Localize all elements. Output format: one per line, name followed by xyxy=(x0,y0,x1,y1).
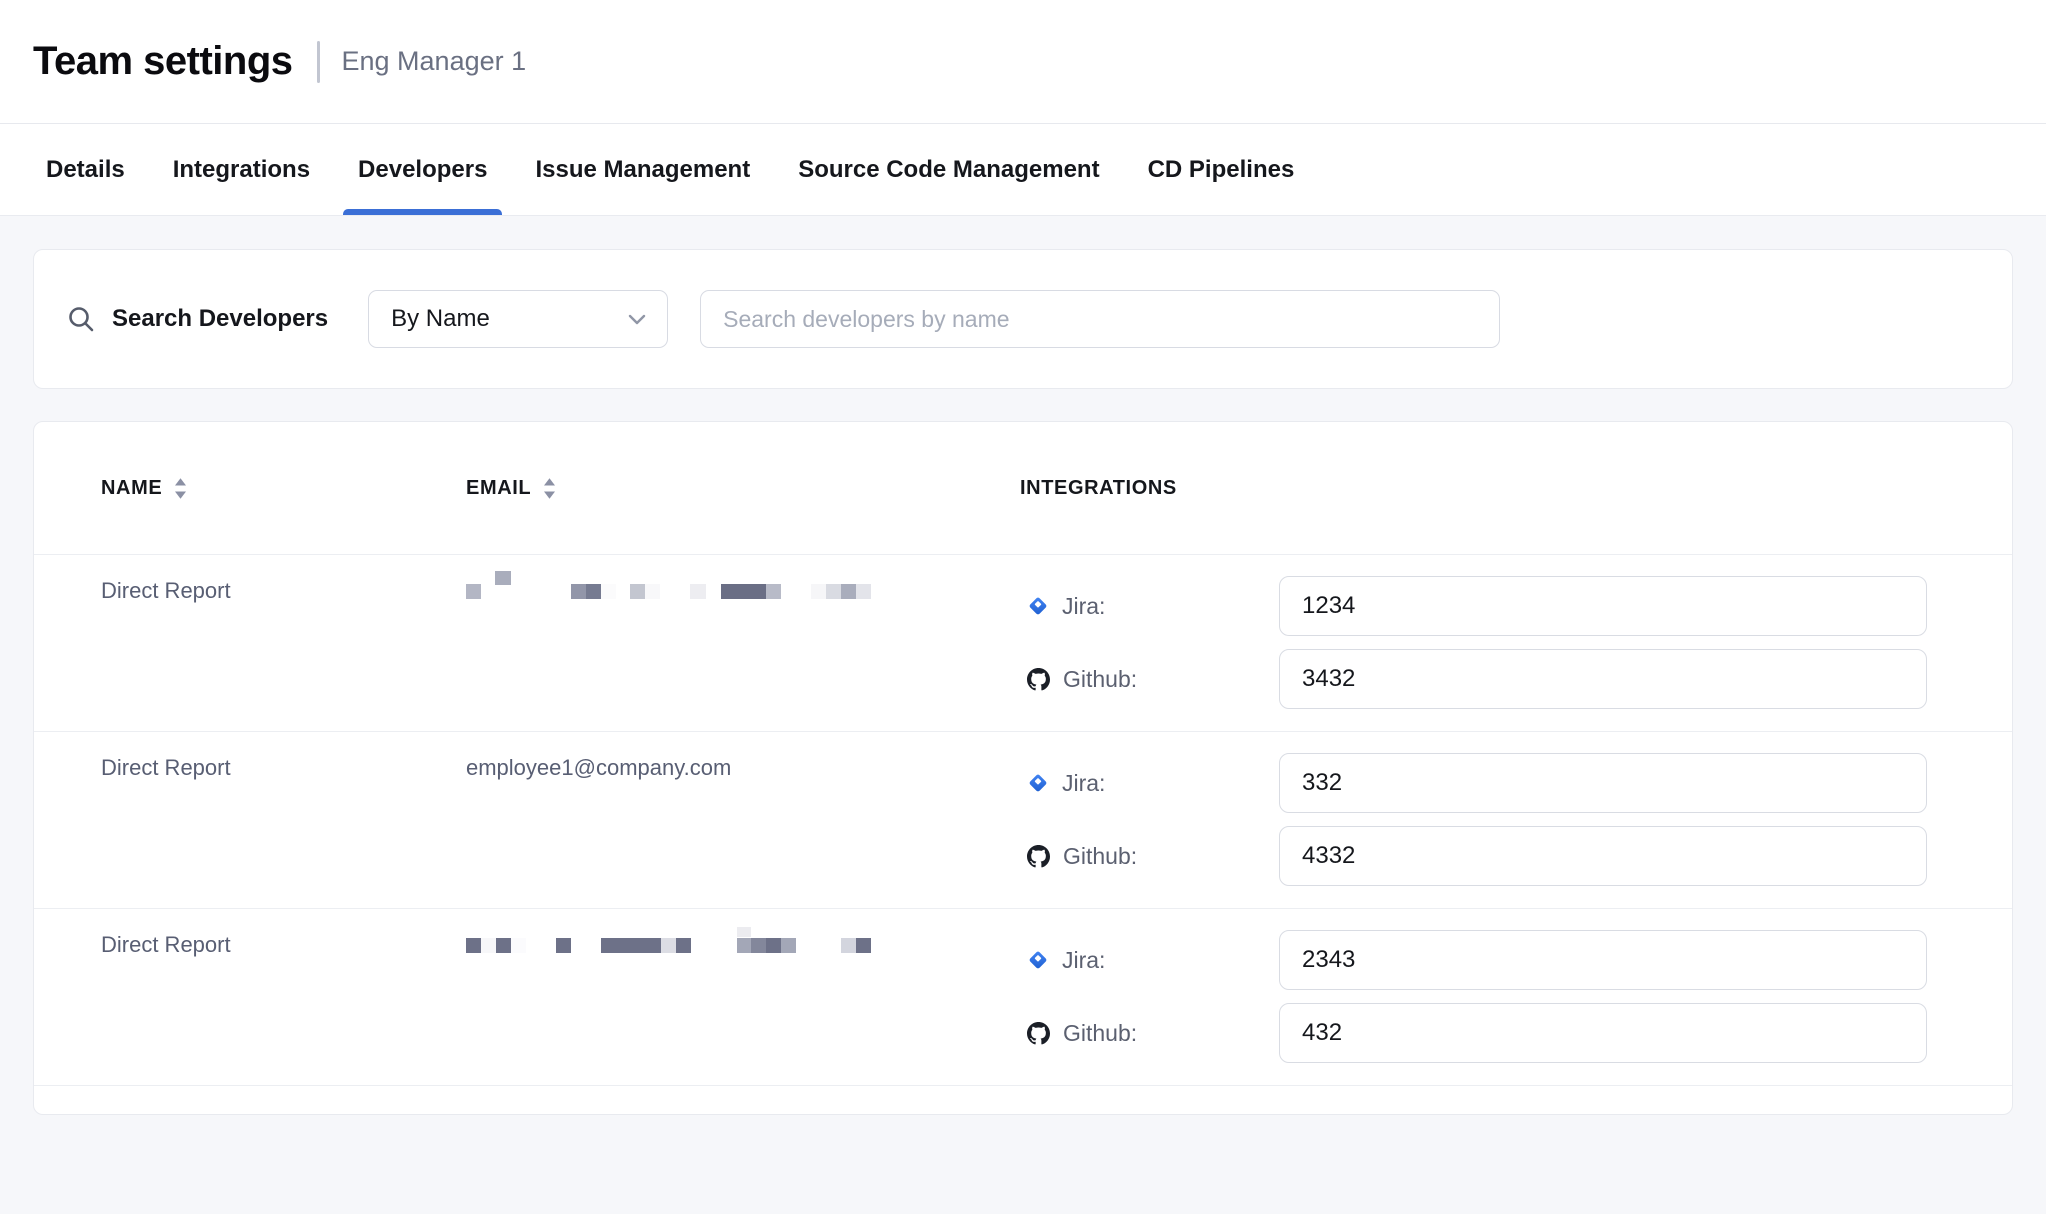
search-filter-selected-value: By Name xyxy=(391,305,490,333)
developers-table-card: NAME EMAIL INTEGRATIONS xyxy=(33,421,2013,1115)
tab-source-code-management[interactable]: Source Code Management xyxy=(798,124,1099,215)
github-label: Github: xyxy=(1063,666,1137,693)
developer-name: Direct Report xyxy=(101,930,466,1063)
chevron-down-icon xyxy=(627,312,647,326)
github-id-input[interactable] xyxy=(1279,649,1927,709)
search-developers-card: Search Developers By Name xyxy=(33,249,2013,389)
jira-integration-row: Jira: xyxy=(1020,930,1927,990)
github-integration-row: Github: xyxy=(1020,1003,1927,1063)
tab-developers[interactable]: Developers xyxy=(358,124,487,215)
jira-icon xyxy=(1027,595,1049,617)
github-icon xyxy=(1027,668,1050,691)
search-input[interactable] xyxy=(700,290,1500,348)
developer-name: Direct Report xyxy=(101,576,466,709)
tab-details[interactable]: Details xyxy=(46,124,125,215)
jira-integration-row: Jira: xyxy=(1020,753,1927,813)
column-header-name: NAME xyxy=(101,476,466,501)
table-row: Direct Report Jira: xyxy=(34,908,2012,1085)
sort-icon-name[interactable] xyxy=(173,476,188,501)
table-row: Direct Report employee1@company.com xyxy=(34,731,2012,908)
jira-id-input[interactable] xyxy=(1279,930,1927,990)
jira-icon xyxy=(1027,949,1049,971)
tab-bar: Details Integrations Developers Issue Ma… xyxy=(0,124,2046,216)
tab-cd-pipelines[interactable]: CD Pipelines xyxy=(1148,124,1295,215)
team-name-label: Eng Manager 1 xyxy=(342,46,527,77)
search-developers-label: Search Developers xyxy=(112,305,328,333)
title-divider xyxy=(317,41,320,83)
jira-id-input[interactable] xyxy=(1279,576,1927,636)
search-icon xyxy=(66,304,96,334)
jira-label: Jira: xyxy=(1062,770,1105,797)
github-icon xyxy=(1027,1022,1050,1045)
developer-name: Direct Report xyxy=(101,753,466,886)
page-title: Team settings xyxy=(33,39,293,84)
jira-label: Jira: xyxy=(1062,593,1105,620)
jira-label: Jira: xyxy=(1062,947,1105,974)
table-header-row: NAME EMAIL INTEGRATIONS xyxy=(34,422,2012,554)
table-row: Direct Report xyxy=(34,554,2012,731)
jira-icon xyxy=(1027,772,1049,794)
column-header-integrations: INTEGRATIONS xyxy=(1020,477,1927,500)
github-id-input[interactable] xyxy=(1279,826,1927,886)
redacted-email xyxy=(466,584,1020,606)
integrations-cell: Jira: Github: xyxy=(1020,576,1927,709)
sort-icon-email[interactable] xyxy=(542,476,557,501)
column-header-email: EMAIL xyxy=(466,476,1020,501)
github-label: Github: xyxy=(1063,1020,1137,1047)
jira-integration-row: Jira: xyxy=(1020,576,1927,636)
integrations-cell: Jira: Github: xyxy=(1020,753,1927,886)
jira-id-input[interactable] xyxy=(1279,753,1927,813)
search-filter-select[interactable]: By Name xyxy=(368,290,668,348)
page-header: Team settings Eng Manager 1 xyxy=(0,0,2046,124)
github-integration-row: Github: xyxy=(1020,649,1927,709)
tab-issue-management[interactable]: Issue Management xyxy=(535,124,750,215)
redacted-email xyxy=(466,938,1020,960)
github-label: Github: xyxy=(1063,843,1137,870)
github-id-input[interactable] xyxy=(1279,1003,1927,1063)
tab-integrations[interactable]: Integrations xyxy=(173,124,310,215)
table-bottom-divider xyxy=(34,1085,2012,1086)
github-integration-row: Github: xyxy=(1020,826,1927,886)
github-icon xyxy=(1027,845,1050,868)
main-content: Search Developers By Name NAME xyxy=(0,216,2046,1148)
developer-email: employee1@company.com xyxy=(466,753,1020,886)
integrations-cell: Jira: Github: xyxy=(1020,930,1927,1063)
